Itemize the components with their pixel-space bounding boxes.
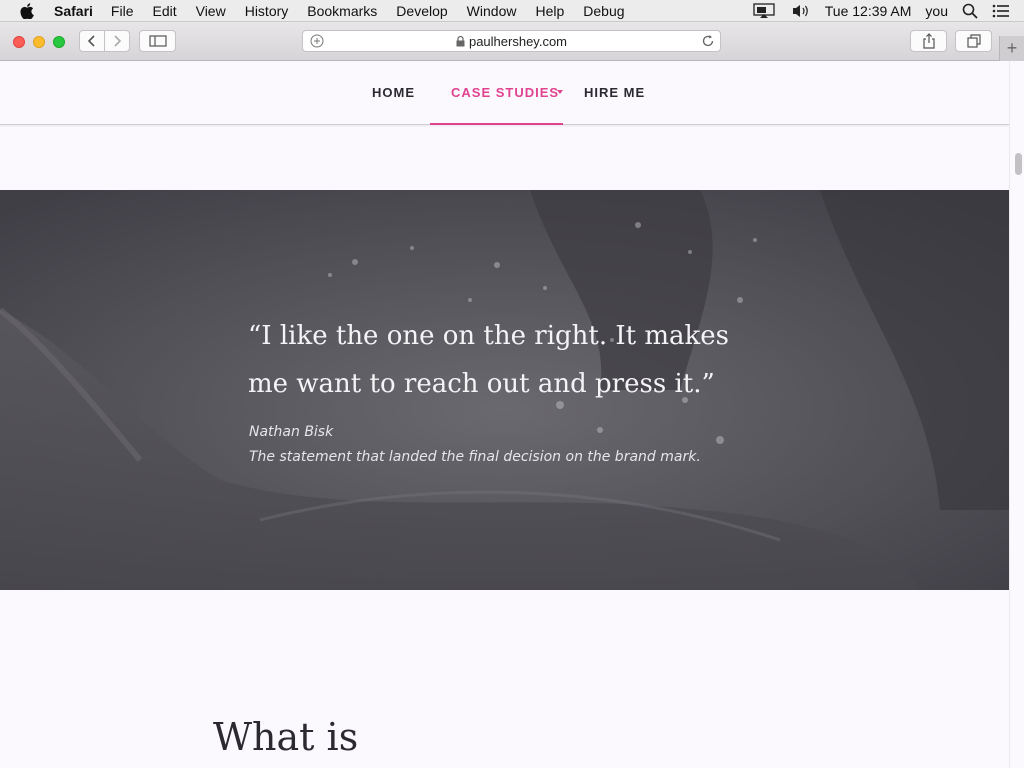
nav-home[interactable]: HOME bbox=[372, 85, 415, 100]
section-heading: What is bbox=[213, 715, 359, 759]
sidebar-icon bbox=[148, 35, 167, 47]
reader-add-icon[interactable] bbox=[310, 34, 324, 51]
share-button[interactable] bbox=[910, 30, 947, 52]
sidebar-toggle-button[interactable] bbox=[139, 30, 176, 52]
nav-case-studies[interactable]: CASE STUDIES bbox=[451, 85, 559, 100]
airplay-display-icon[interactable] bbox=[753, 3, 777, 19]
lock-icon bbox=[456, 35, 465, 47]
menu-debug[interactable]: Debug bbox=[583, 0, 624, 22]
menu-window[interactable]: Window bbox=[467, 0, 517, 22]
web-page: HOME CASE STUDIES HIRE ME “I like the on… bbox=[0, 61, 1009, 768]
page-scrollbar[interactable] bbox=[1009, 61, 1024, 768]
plus-icon: + bbox=[1006, 38, 1018, 58]
tab-overview-button[interactable] bbox=[955, 30, 992, 52]
menu-app-safari[interactable]: Safari bbox=[54, 0, 93, 22]
menu-develop[interactable]: Develop bbox=[396, 0, 447, 22]
testimonial-note: The statement that landed the final deci… bbox=[249, 449, 701, 465]
menubar-clock[interactable]: Tue 12:39 AM bbox=[825, 3, 912, 19]
chevron-left-icon bbox=[87, 35, 95, 47]
tabs-icon bbox=[966, 34, 981, 48]
spotlight-search-icon[interactable] bbox=[962, 3, 978, 19]
window-zoom-button[interactable] bbox=[53, 36, 65, 48]
menu-file[interactable]: File bbox=[111, 0, 134, 22]
address-bar[interactable]: paulhershey.com bbox=[302, 30, 721, 52]
menu-bookmarks[interactable]: Bookmarks bbox=[307, 0, 377, 22]
back-button[interactable] bbox=[79, 30, 105, 52]
nav-hire-me[interactable]: HIRE ME bbox=[584, 85, 645, 100]
chevron-right-icon bbox=[114, 35, 122, 47]
menu-help[interactable]: Help bbox=[535, 0, 564, 22]
forward-button[interactable] bbox=[104, 30, 130, 52]
scrollbar-thumb[interactable] bbox=[1015, 153, 1022, 175]
nav-active-underline bbox=[430, 123, 563, 125]
menu-history[interactable]: History bbox=[245, 0, 289, 22]
testimonial-hero: “I like the one on the right. It makes m… bbox=[0, 190, 1009, 590]
notification-center-icon[interactable] bbox=[992, 4, 1010, 18]
testimonial-quote: “I like the one on the right. It makes m… bbox=[248, 321, 729, 399]
share-icon bbox=[922, 33, 935, 49]
window-close-button[interactable] bbox=[13, 36, 25, 48]
volume-icon[interactable] bbox=[791, 3, 811, 19]
window-minimize-button[interactable] bbox=[33, 36, 45, 48]
reload-icon[interactable] bbox=[701, 34, 715, 51]
chevron-down-icon[interactable] bbox=[557, 90, 563, 94]
menu-view[interactable]: View bbox=[196, 0, 226, 22]
address-url: paulhershey.com bbox=[468, 33, 568, 49]
site-navigation: HOME CASE STUDIES HIRE ME bbox=[0, 61, 1009, 125]
browser-toolbar: paulhershey.com bbox=[0, 22, 1024, 61]
menubar: Safari File Edit View History Bookmarks … bbox=[0, 0, 1024, 22]
testimonial-author: Nathan Bisk bbox=[249, 424, 334, 440]
menu-edit[interactable]: Edit bbox=[152, 0, 176, 22]
new-tab-button[interactable]: + bbox=[999, 36, 1024, 61]
apple-menu-icon[interactable] bbox=[20, 2, 38, 19]
menubar-user[interactable]: you bbox=[925, 3, 948, 19]
